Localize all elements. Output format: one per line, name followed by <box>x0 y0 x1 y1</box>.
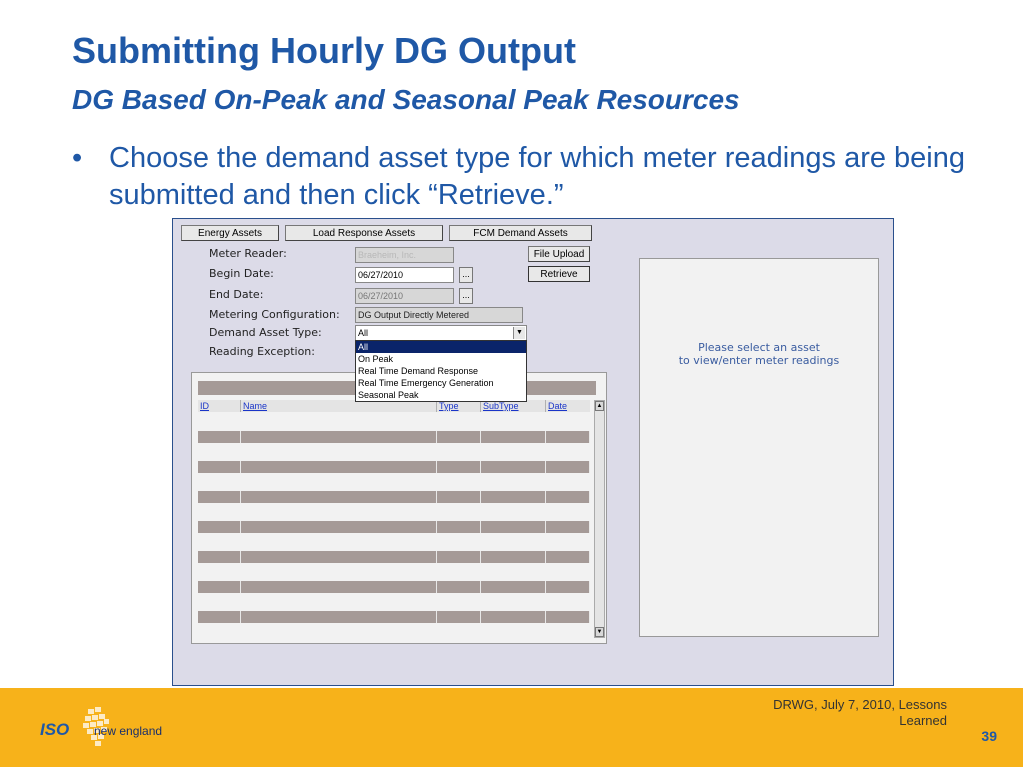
slide-title: Submitting Hourly DG Output <box>72 30 576 71</box>
demand-asset-type-value: All <box>358 328 369 338</box>
demand-asset-type-select[interactable]: All ▼ <box>355 325 527 341</box>
table-row[interactable] <box>198 521 590 533</box>
footer-note-line-2: Learned <box>899 713 947 728</box>
dropdown-option-all[interactable]: All <box>356 341 526 353</box>
table-cell <box>437 461 481 473</box>
retrieve-button[interactable]: Retrieve <box>528 266 590 282</box>
bullet-marker: • <box>72 142 83 174</box>
reading-exception-label: Reading Exception: <box>209 345 315 358</box>
svg-text:new england: new england <box>94 724 162 738</box>
slide-footer: ISO new england DRWG, July 7, 2010, Less… <box>0 688 1023 767</box>
table-cell <box>437 431 481 443</box>
table-cell <box>437 521 481 533</box>
select-asset-message: Please select an asset to view/enter met… <box>640 341 878 367</box>
meter-readings-panel: Please select an asset to view/enter met… <box>639 258 879 637</box>
end-date-label: End Date: <box>209 288 264 301</box>
table-cell <box>198 461 241 473</box>
table-cell <box>481 611 546 623</box>
table-row[interactable] <box>198 461 590 473</box>
tab-energy-assets[interactable]: Energy Assets <box>181 225 279 241</box>
column-header-id[interactable]: ID <box>198 400 241 412</box>
page-number: 39 <box>981 728 997 744</box>
chevron-down-icon[interactable]: ▼ <box>513 327 525 339</box>
dropdown-option-real-time-emergency-generation[interactable]: Real Time Emergency Generation <box>356 377 526 389</box>
table-cell <box>546 521 590 533</box>
table-cell <box>481 521 546 533</box>
table-cell <box>481 431 546 443</box>
table-cell <box>546 431 590 443</box>
table-row[interactable] <box>198 491 590 503</box>
table-cell <box>198 551 241 563</box>
tab-load-response-assets[interactable]: Load Response Assets <box>285 225 443 241</box>
table-cell <box>437 551 481 563</box>
table-cell <box>546 551 590 563</box>
table-cell <box>241 551 437 563</box>
meter-reader-field: Braeheim, Inc. <box>355 247 454 263</box>
scroll-down-arrow-icon[interactable]: ▼ <box>595 627 604 637</box>
table-cell <box>241 431 437 443</box>
table-cell <box>437 581 481 593</box>
demand-asset-type-dropdown-list: All On Peak Real Time Demand Response Re… <box>355 340 527 402</box>
asset-grid: F ID Name Type SubType Date ▲ ▼ <box>191 372 607 644</box>
dropdown-option-seasonal-peak[interactable]: Seasonal Peak <box>356 389 526 401</box>
grid-vertical-scrollbar[interactable]: ▲ ▼ <box>594 400 605 638</box>
table-cell <box>481 581 546 593</box>
table-cell <box>546 491 590 503</box>
bullet-text: Choose the demand asset type for which m… <box>109 142 965 211</box>
table-cell <box>481 491 546 503</box>
message-line-1: Please select an asset <box>698 341 820 354</box>
metering-configuration-field: DG Output Directly Metered <box>355 307 523 323</box>
table-row[interactable] <box>198 581 590 593</box>
table-cell <box>198 521 241 533</box>
metering-configuration-label: Metering Configuration: <box>209 308 340 321</box>
table-cell <box>437 491 481 503</box>
begin-date-label: Begin Date: <box>209 267 274 280</box>
table-row[interactable] <box>198 551 590 563</box>
demand-asset-type-label: Demand Asset Type: <box>209 326 322 339</box>
table-cell <box>241 461 437 473</box>
table-cell <box>198 581 241 593</box>
svg-text:ISO: ISO <box>40 720 69 739</box>
app-screenshot: Energy Assets Load Response Assets FCM D… <box>172 218 894 686</box>
tab-fcm-demand-assets[interactable]: FCM Demand Assets <box>449 225 592 241</box>
table-cell <box>198 491 241 503</box>
table-cell <box>546 611 590 623</box>
slide-subtitle: DG Based On-Peak and Seasonal Peak Resou… <box>72 84 740 115</box>
table-cell <box>481 551 546 563</box>
begin-date-input[interactable]: 06/27/2010 <box>355 267 454 283</box>
meter-reader-label: Meter Reader: <box>209 247 287 260</box>
message-line-2: to view/enter meter readings <box>678 354 840 367</box>
table-row[interactable] <box>198 611 590 623</box>
begin-date-picker-button[interactable]: ... <box>459 267 473 283</box>
table-cell <box>437 611 481 623</box>
table-cell <box>198 611 241 623</box>
table-cell <box>241 521 437 533</box>
table-cell <box>546 461 590 473</box>
iso-new-england-logo: ISO new england <box>40 707 162 746</box>
file-upload-button[interactable]: File Upload <box>528 246 590 262</box>
scroll-up-arrow-icon[interactable]: ▲ <box>595 401 604 411</box>
end-date-picker-button[interactable]: ... <box>459 288 473 304</box>
table-cell <box>241 491 437 503</box>
table-cell <box>241 581 437 593</box>
footer-note: DRWG, July 7, 2010, Lessons Learned <box>773 697 947 729</box>
table-cell <box>546 581 590 593</box>
dropdown-option-on-peak[interactable]: On Peak <box>356 353 526 365</box>
table-cell <box>198 431 241 443</box>
column-header-date[interactable]: Date <box>546 400 590 412</box>
end-date-input: 06/27/2010 <box>355 288 454 304</box>
table-cell <box>481 461 546 473</box>
table-cell <box>241 611 437 623</box>
dropdown-option-real-time-demand-response[interactable]: Real Time Demand Response <box>356 365 526 377</box>
footer-note-line-1: DRWG, July 7, 2010, Lessons <box>773 697 947 712</box>
table-row[interactable] <box>198 431 590 443</box>
